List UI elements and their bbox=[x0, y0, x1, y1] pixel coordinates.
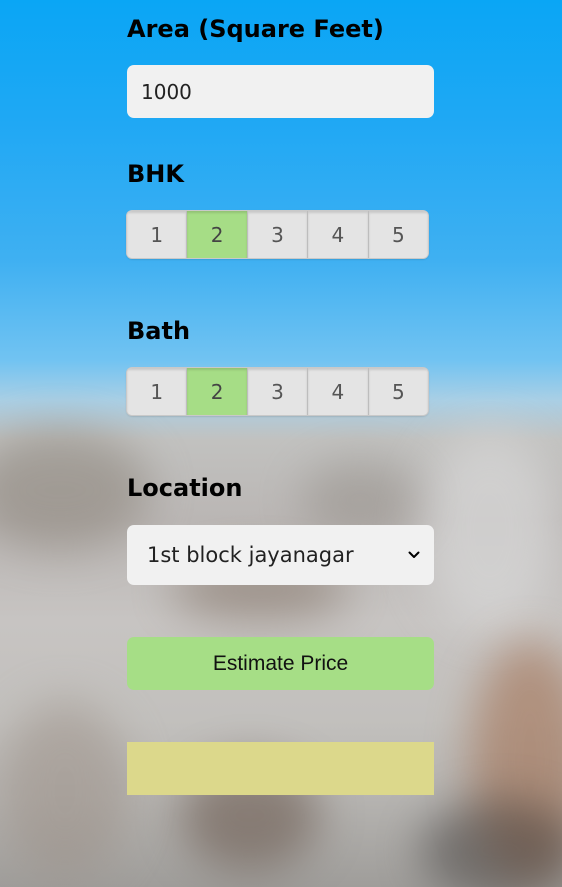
bhk-option-4[interactable]: 4 bbox=[308, 211, 369, 258]
bath-option-1[interactable]: 1 bbox=[127, 368, 188, 415]
estimated-price-output bbox=[127, 742, 434, 795]
bath-label: Bath bbox=[127, 317, 191, 345]
area-label: Area (Square Feet) bbox=[127, 15, 384, 43]
bhk-option-1[interactable]: 1 bbox=[127, 211, 188, 258]
estimate-price-button[interactable]: Estimate Price bbox=[127, 637, 434, 690]
bath-option-4[interactable]: 4 bbox=[308, 368, 369, 415]
location-select[interactable]: 1st block jayanagar bbox=[127, 525, 434, 585]
location-selected-value: 1st block jayanagar bbox=[147, 543, 354, 567]
bath-option-3[interactable]: 3 bbox=[247, 368, 309, 415]
chevron-down-icon bbox=[408, 551, 420, 558]
bath-switch: 1 2 3 4 5 bbox=[127, 368, 428, 415]
bhk-label: BHK bbox=[127, 160, 184, 188]
bhk-option-2[interactable]: 2 bbox=[187, 211, 248, 258]
bath-option-2[interactable]: 2 bbox=[187, 368, 248, 415]
bhk-option-3[interactable]: 3 bbox=[247, 211, 309, 258]
area-input[interactable] bbox=[127, 65, 434, 118]
bath-option-5[interactable]: 5 bbox=[368, 368, 428, 415]
location-label: Location bbox=[127, 474, 243, 502]
bhk-option-5[interactable]: 5 bbox=[368, 211, 428, 258]
bhk-switch: 1 2 3 4 5 bbox=[127, 211, 428, 258]
